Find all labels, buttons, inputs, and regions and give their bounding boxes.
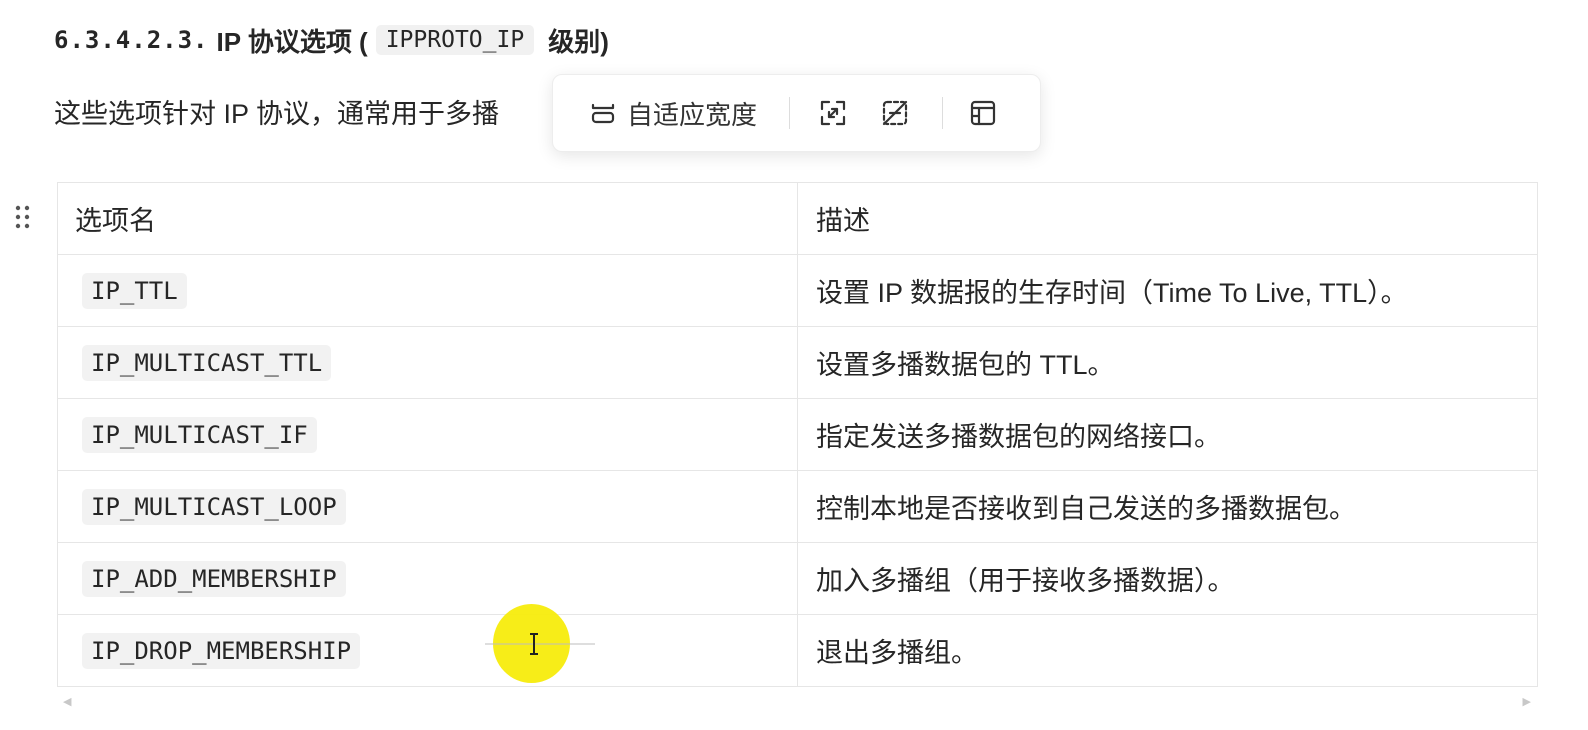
text-cursor-icon bbox=[485, 633, 595, 655]
no-border-icon bbox=[882, 100, 908, 126]
table-row: IP_MULTICAST_IF 指定发送多播数据包的网络接口。 bbox=[57, 398, 1538, 471]
fullscreen-icon bbox=[820, 100, 846, 126]
description-cell[interactable]: 指定发送多播数据包的网络接口。 bbox=[797, 398, 1538, 471]
option-code: IP_MULTICAST_IF bbox=[82, 417, 317, 453]
scroll-right-icon[interactable]: ▶ bbox=[1523, 695, 1531, 708]
toolbar-divider bbox=[789, 97, 791, 129]
table-layout-icon bbox=[970, 100, 996, 126]
heading-text-after: 级别) bbox=[548, 26, 609, 57]
description-cell[interactable]: 设置 IP 数据报的生存时间（Time To Live, TTL）。 bbox=[797, 254, 1538, 327]
option-code: IP_MULTICAST_TTL bbox=[82, 345, 332, 381]
option-code: IP_TTL bbox=[82, 273, 187, 309]
no-border-button[interactable] bbox=[878, 96, 912, 130]
option-cell[interactable]: IP_MULTICAST_LOOP bbox=[57, 470, 798, 543]
description-cell[interactable]: 控制本地是否接收到自己发送的多播数据包。 bbox=[797, 470, 1538, 543]
option-cell[interactable]: IP_ADD_MEMBERSHIP bbox=[57, 542, 798, 615]
horizontal-scrollbar[interactable]: ◀ ▶ bbox=[57, 695, 1537, 709]
section-number: 6.3.4.2.3. bbox=[54, 26, 209, 54]
intro-paragraph: 这些选项针对 IP 协议，通常用于多播 bbox=[54, 99, 500, 129]
table-header-row: 选项名 描述 bbox=[57, 182, 1538, 255]
fit-width-button[interactable]: 自适应宽度 bbox=[589, 95, 757, 132]
option-code: IP_MULTICAST_LOOP bbox=[82, 489, 346, 525]
description-cell[interactable]: 加入多播组（用于接收多播数据）。 bbox=[797, 542, 1538, 615]
drag-handle-icon[interactable] bbox=[13, 203, 33, 231]
table-row: IP_ADD_MEMBERSHIP 加入多播组（用于接收多播数据）。 bbox=[57, 542, 1538, 615]
description-cell[interactable]: 设置多播数据包的 TTL。 bbox=[797, 326, 1538, 399]
option-code: IP_DROP_MEMBERSHIP bbox=[82, 633, 361, 669]
option-cell[interactable]: IP_MULTICAST_IF bbox=[57, 398, 798, 471]
option-cell[interactable]: IP_TTL bbox=[57, 254, 798, 327]
fit-width-label: 自适应宽度 bbox=[627, 99, 758, 130]
table-row: IP_TTL 设置 IP 数据报的生存时间（Time To Live, TTL）… bbox=[57, 254, 1538, 327]
header-option-name[interactable]: 选项名 bbox=[57, 182, 798, 255]
table-layout-button[interactable] bbox=[966, 96, 1000, 130]
toolbar-divider bbox=[942, 97, 944, 129]
heading-text: IP 协议选项 ( bbox=[216, 26, 368, 57]
fit-width-icon bbox=[591, 103, 615, 124]
options-table-container: 选项名 描述 IP_TTL 设置 IP 数据报的生存时间（Time To Liv… bbox=[57, 182, 1538, 687]
option-code: IP_ADD_MEMBERSHIP bbox=[82, 561, 346, 597]
table-row: IP_MULTICAST_LOOP 控制本地是否接收到自己发送的多播数据包。 bbox=[57, 470, 1538, 543]
header-description[interactable]: 描述 bbox=[797, 182, 1538, 255]
option-cell[interactable]: IP_DROP_MEMBERSHIP bbox=[57, 614, 798, 687]
heading-inline-code: IPPROTO_IP bbox=[375, 25, 535, 55]
table-row: IP_DROP_MEMBERSHIP 退出多播组。 bbox=[57, 614, 1538, 687]
fullscreen-button[interactable] bbox=[816, 96, 850, 130]
option-cell[interactable]: IP_MULTICAST_TTL bbox=[57, 326, 798, 399]
description-cell[interactable]: 退出多播组。 bbox=[797, 614, 1538, 687]
section-heading: 6.3.4.2.3. IP 协议选项 ( IPPROTO_IP 级别) bbox=[54, 20, 609, 60]
options-table: 选项名 描述 IP_TTL 设置 IP 数据报的生存时间（Time To Liv… bbox=[57, 182, 1538, 687]
table-toolbar: 自适应宽度 bbox=[552, 74, 1041, 152]
scroll-left-icon[interactable]: ◀ bbox=[63, 695, 71, 708]
table-row: IP_MULTICAST_TTL 设置多播数据包的 TTL。 bbox=[57, 326, 1538, 399]
